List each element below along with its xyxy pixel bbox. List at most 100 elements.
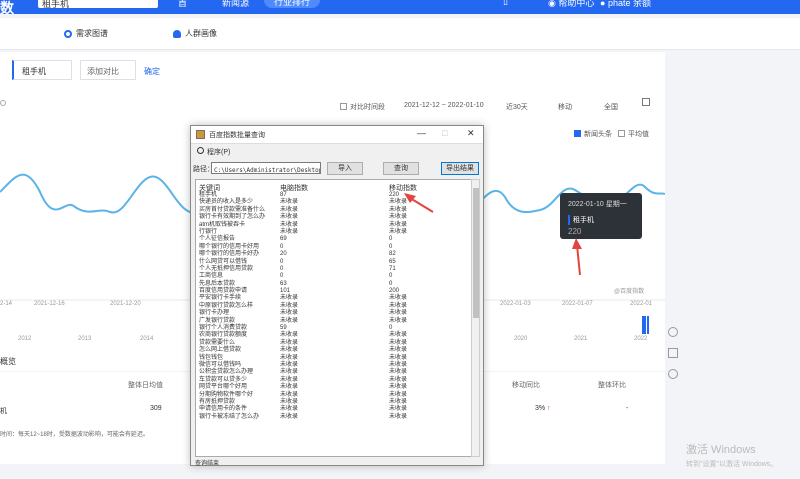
avg-checkbox[interactable]: 平均值: [618, 129, 649, 139]
x-tick-label: 2021-12-16: [34, 301, 65, 307]
table-row[interactable]: 快递员的收入是多少 未收录 未收录: [196, 199, 472, 206]
row-mobile-index: 65: [389, 258, 396, 265]
days-select[interactable]: 近30天: [506, 102, 528, 112]
table-row[interactable]: 银行卡办理 未收录 未收录: [196, 310, 472, 317]
tooltip-date: 2022-01-10 星期一: [568, 201, 627, 208]
window-title: 百度指数批量查询: [209, 132, 265, 139]
row-mobile-index: 未收录: [389, 317, 408, 324]
share-icon[interactable]: [668, 327, 678, 337]
row-pc-index: 未收录: [280, 214, 299, 221]
row-keyword: 钱包钱包: [199, 354, 224, 361]
list-scrollbar[interactable]: [471, 179, 480, 457]
window-titlebar[interactable]: 百度指数批量查询 — □ ✕: [191, 126, 483, 144]
star-icon[interactable]: [668, 348, 678, 358]
path-input[interactable]: C:\Users\Administrator\Desktop\租: [211, 162, 321, 174]
region-select[interactable]: 全国: [604, 102, 618, 112]
row-mobile-index: 0: [389, 273, 393, 280]
keyword-input[interactable]: 租手机: [12, 60, 72, 80]
device-select[interactable]: 移动: [558, 102, 572, 112]
row-pc-index: 未收录: [280, 369, 299, 376]
table-row[interactable]: 农商银行贷款额度 未收录 未收录: [196, 332, 472, 339]
table-row[interactable]: 公积金贷款怎么办理 未收录 未收录: [196, 369, 472, 376]
checkbox-icon: [618, 130, 625, 137]
export-icon[interactable]: [642, 98, 650, 106]
table-row[interactable]: 个人征信报告 69 0: [196, 236, 472, 243]
table-row[interactable]: 什么网贷可以借钱 0 65: [196, 259, 472, 266]
close-button[interactable]: ✕: [467, 128, 475, 139]
radio-icon: [64, 29, 72, 38]
table-row[interactable]: 申请信用卡的条件 未收录 未收录: [196, 406, 472, 413]
table-row[interactable]: 哪个银行的信用卡好办 20 82: [196, 251, 472, 258]
table-row[interactable]: 分期购物软件哪个好 未收录 未收录: [196, 392, 472, 399]
tab-crowd-portrait[interactable]: 人群画像: [173, 28, 217, 39]
user-menu[interactable]: ● phate 余额: [600, 0, 651, 9]
table-row[interactable]: 银行卡有效期到了怎么办 未收录 未收录: [196, 214, 472, 221]
date-range-picker[interactable]: 2021-12-12 ~ 2022-01-10: [404, 102, 484, 109]
col-mom-header: 整体环比: [598, 382, 626, 389]
tab-demand-graph[interactable]: 需求图谱: [64, 28, 108, 39]
table-row[interactable]: atm机取钱被吞卡 未收录 未收录: [196, 222, 472, 229]
help-icon[interactable]: [668, 369, 678, 379]
sub-tabs-bar: 需求图谱 人群画像: [0, 18, 800, 50]
year-label: 2022: [634, 336, 648, 342]
minimize-button[interactable]: —: [417, 128, 426, 138]
nav-item-home[interactable]: 首: [178, 0, 187, 9]
export-results-button[interactable]: 导出结果: [441, 162, 479, 175]
nav-item-ranking[interactable]: 行业排行: [264, 0, 320, 8]
results-list[interactable]: 关键词 电脑指数 移动指数 租手机 87 220 快递员的收入是多少 未收录 未收录 买房首…: [195, 179, 473, 457]
row-mobile-index: 未收录: [389, 295, 408, 302]
table-row[interactable]: 个人无抵押信用贷款 0 71: [196, 266, 472, 273]
row-mobile-index: 71: [389, 265, 396, 272]
year-label: 2021: [574, 336, 588, 342]
up-arrow-icon: ↑: [545, 405, 551, 412]
table-row[interactable]: 先息后本贷款 63 0: [196, 281, 472, 288]
site-logo[interactable]: 数: [0, 0, 14, 18]
query-button[interactable]: 查询: [383, 162, 419, 175]
year-label: 2014: [140, 336, 154, 342]
row-mobile-index: 未收录: [389, 347, 408, 354]
table-row[interactable]: 行银行 未收录 未收录: [196, 229, 472, 236]
row-pc-index: 0: [280, 265, 284, 272]
table-row[interactable]: 怎么网上借贷款 未收录 未收录: [196, 347, 472, 354]
menu-program[interactable]: 程序(P): [207, 147, 230, 157]
row-mobile-index: 未收录: [389, 214, 408, 221]
confirm-button[interactable]: 确定: [144, 66, 160, 77]
row-pc-index: 未收录: [280, 347, 299, 354]
row-keyword: 平安银行卡手续: [199, 295, 242, 302]
row-mobile-index: 未收录: [389, 310, 408, 317]
row-keyword: 工商信息: [199, 273, 224, 280]
chart-tooltip: 2022-01-10 星期一 租手机 220: [560, 193, 642, 239]
row-mobile-index: 未收录: [389, 354, 408, 361]
phone-icon[interactable]: ▯: [503, 0, 508, 7]
row-pc-index: 未收录: [280, 413, 299, 420]
table-row[interactable]: 银行卡被冻结了怎么办 未收录 未收录: [196, 414, 472, 421]
row-mobile-index: 0: [389, 280, 393, 287]
tooltip-series: 租手机: [568, 215, 634, 225]
table-row[interactable]: 工商信息 0 0: [196, 273, 472, 280]
news-checkbox[interactable]: 新闻头条: [574, 129, 612, 139]
row-pc-index: 未收录: [280, 384, 299, 391]
overview-row-yoy: 3% ↑: [535, 405, 551, 412]
compare-time-checkbox[interactable]: 对比时间段: [340, 102, 385, 112]
row-mobile-index: 未收录: [389, 391, 408, 398]
row-keyword: 公积金贷款怎么办理: [199, 369, 254, 376]
help-center-link[interactable]: ◉ 帮助中心: [548, 0, 594, 9]
row-keyword: 广发银行贷款: [199, 317, 236, 324]
col-yoy-header: 移动同比: [512, 382, 540, 389]
scroll-thumb[interactable]: [473, 188, 479, 318]
import-button[interactable]: 导入: [327, 162, 363, 175]
row-pc-index: 未收录: [280, 354, 299, 361]
nav-item-news[interactable]: 新闻源: [222, 0, 249, 9]
table-row[interactable]: 平安银行卡手续 未收录 未收录: [196, 295, 472, 302]
maximize-button[interactable]: □: [442, 128, 447, 138]
table-row[interactable]: 钱包钱包 未收录 未收录: [196, 355, 472, 362]
table-row[interactable]: 中原银行贷款怎么样 未收录 未收录: [196, 303, 472, 310]
app-icon: [196, 130, 205, 139]
search-button[interactable]: 搜索: [138, 0, 154, 8]
add-compare-input[interactable]: 添加对比: [80, 60, 136, 80]
range-slider-handle: [642, 316, 646, 334]
table-row[interactable]: 网贷平台哪个好用 未收录 未收录: [196, 384, 472, 391]
table-row[interactable]: 广发银行贷款 未收录 未收录: [196, 318, 472, 325]
row-mobile-index: 未收录: [389, 199, 408, 206]
row-pc-index: 未收录: [280, 199, 299, 206]
